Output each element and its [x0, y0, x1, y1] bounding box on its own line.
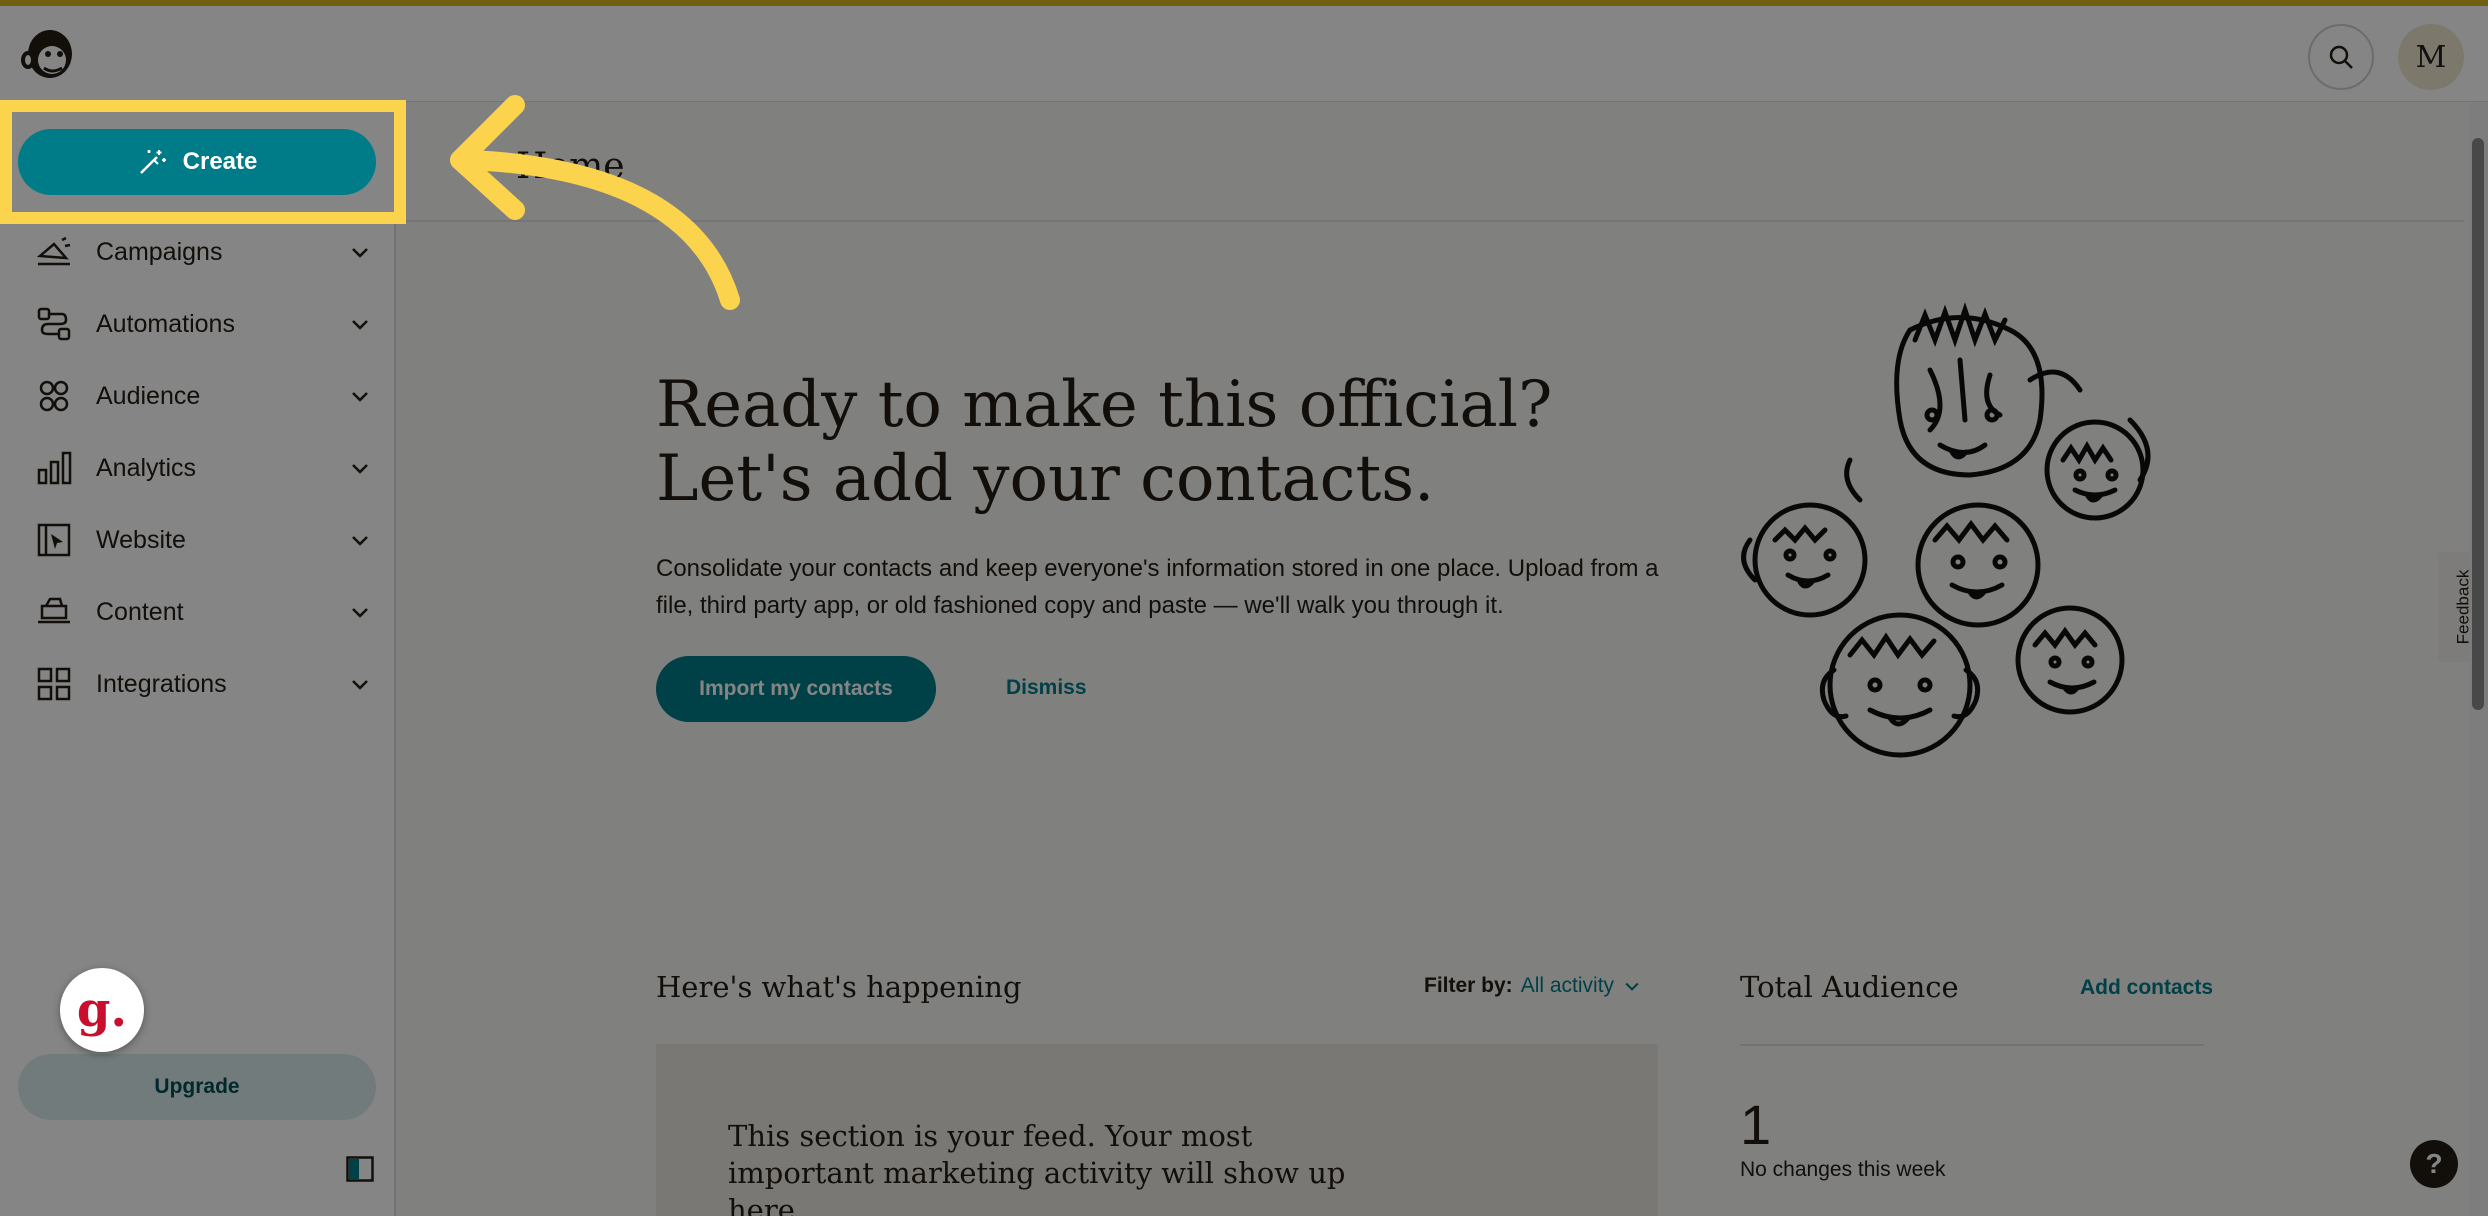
chevron-down-icon	[352, 248, 368, 258]
sidebar-nav: Campaigns Automations Audience Analytics…	[0, 216, 394, 720]
dismiss-link[interactable]: Dismiss	[1006, 676, 1087, 700]
audience-count: 1	[1740, 1093, 1772, 1156]
sidebar-item-label: Content	[96, 597, 184, 626]
chevron-down-icon	[352, 464, 368, 474]
audience-divider	[1740, 1044, 2204, 1046]
top-navigation: M	[0, 6, 2488, 102]
scrollbar-thumb[interactable]	[2472, 138, 2484, 710]
page-header: Home	[398, 102, 2464, 222]
chevron-down-icon	[352, 680, 368, 690]
feed-title: Here's what's happening	[656, 970, 1022, 1004]
page-title: Home	[516, 146, 625, 187]
search-button[interactable]	[2308, 24, 2374, 90]
chevron-down-icon	[1625, 982, 1639, 991]
hero-heading-line: Let's add your contacts.	[656, 442, 1435, 516]
user-avatar[interactable]: M	[2398, 24, 2464, 90]
people-illustration	[1741, 302, 2151, 758]
sidebar-item-analytics[interactable]: Analytics	[0, 432, 394, 504]
total-audience-title: Total Audience	[1740, 970, 1959, 1004]
sidebar-item-campaigns[interactable]: Campaigns	[0, 216, 394, 288]
feed-card: This section is your feed. Your most imp…	[656, 1044, 1658, 1216]
mailchimp-logo-icon[interactable]	[18, 24, 78, 86]
sidebar-item-website[interactable]: Website	[0, 504, 394, 576]
magic-wand-icon	[139, 150, 166, 174]
import-contacts-button[interactable]: Import my contacts	[656, 656, 936, 722]
search-icon	[2329, 45, 2353, 69]
collapse-sidebar-icon[interactable]	[346, 1156, 374, 1182]
create-label: Create	[182, 148, 258, 175]
upgrade-button[interactable]: Upgrade	[18, 1054, 376, 1120]
sidebar-item-label: Integrations	[96, 669, 227, 698]
feed-filter[interactable]: Filter by: All activity	[1424, 974, 1642, 998]
hero-heading-line: Ready to make this official?	[656, 368, 1553, 442]
create-button[interactable]: Create	[18, 129, 376, 195]
sidebar-item-label: Analytics	[96, 453, 197, 482]
chevron-down-icon	[352, 392, 368, 402]
sidebar-item-integrations[interactable]: Integrations	[0, 648, 394, 720]
sidebar-item-automations[interactable]: Automations	[0, 288, 394, 360]
chevron-down-icon	[352, 536, 368, 546]
grid-icon	[37, 667, 71, 701]
sidebar-item-label: Automations	[96, 309, 235, 338]
sidebar: Campaigns Automations Audience Analytics…	[0, 102, 396, 1216]
sidebar-item-content[interactable]: Content	[0, 576, 394, 648]
audience-changes: No changes this week	[1740, 1158, 1946, 1181]
chevron-down-icon	[352, 608, 368, 618]
sidebar-item-label: Website	[96, 525, 186, 554]
filter-value: All activity	[1520, 974, 1615, 997]
audience-icon	[39, 380, 69, 412]
add-contacts-link[interactable]: Add contacts	[2080, 976, 2213, 1000]
sidebar-item-label: Audience	[96, 381, 201, 410]
filter-label: Filter by:	[1424, 974, 1513, 997]
sidebar-item-label: Campaigns	[96, 237, 223, 266]
megaphone-icon	[36, 236, 71, 266]
help-button[interactable]: ?	[2410, 1140, 2458, 1188]
sidebar-item-audience[interactable]: Audience	[0, 360, 394, 432]
content-icon	[38, 597, 70, 624]
hero-description: Consolidate your contacts and keep every…	[656, 555, 1659, 619]
feed-card-text: This section is your feed. Your most imp…	[728, 1119, 1346, 1216]
hero-heading: Ready to make this official? Let's add y…	[656, 368, 1636, 516]
highlight-frame: Create	[0, 100, 406, 224]
bar-chart-icon	[37, 451, 72, 485]
website-icon	[37, 523, 71, 557]
chevron-down-icon	[352, 320, 368, 330]
workflow-icon	[37, 307, 71, 341]
g-extension-badge[interactable]: g.	[60, 968, 144, 1052]
